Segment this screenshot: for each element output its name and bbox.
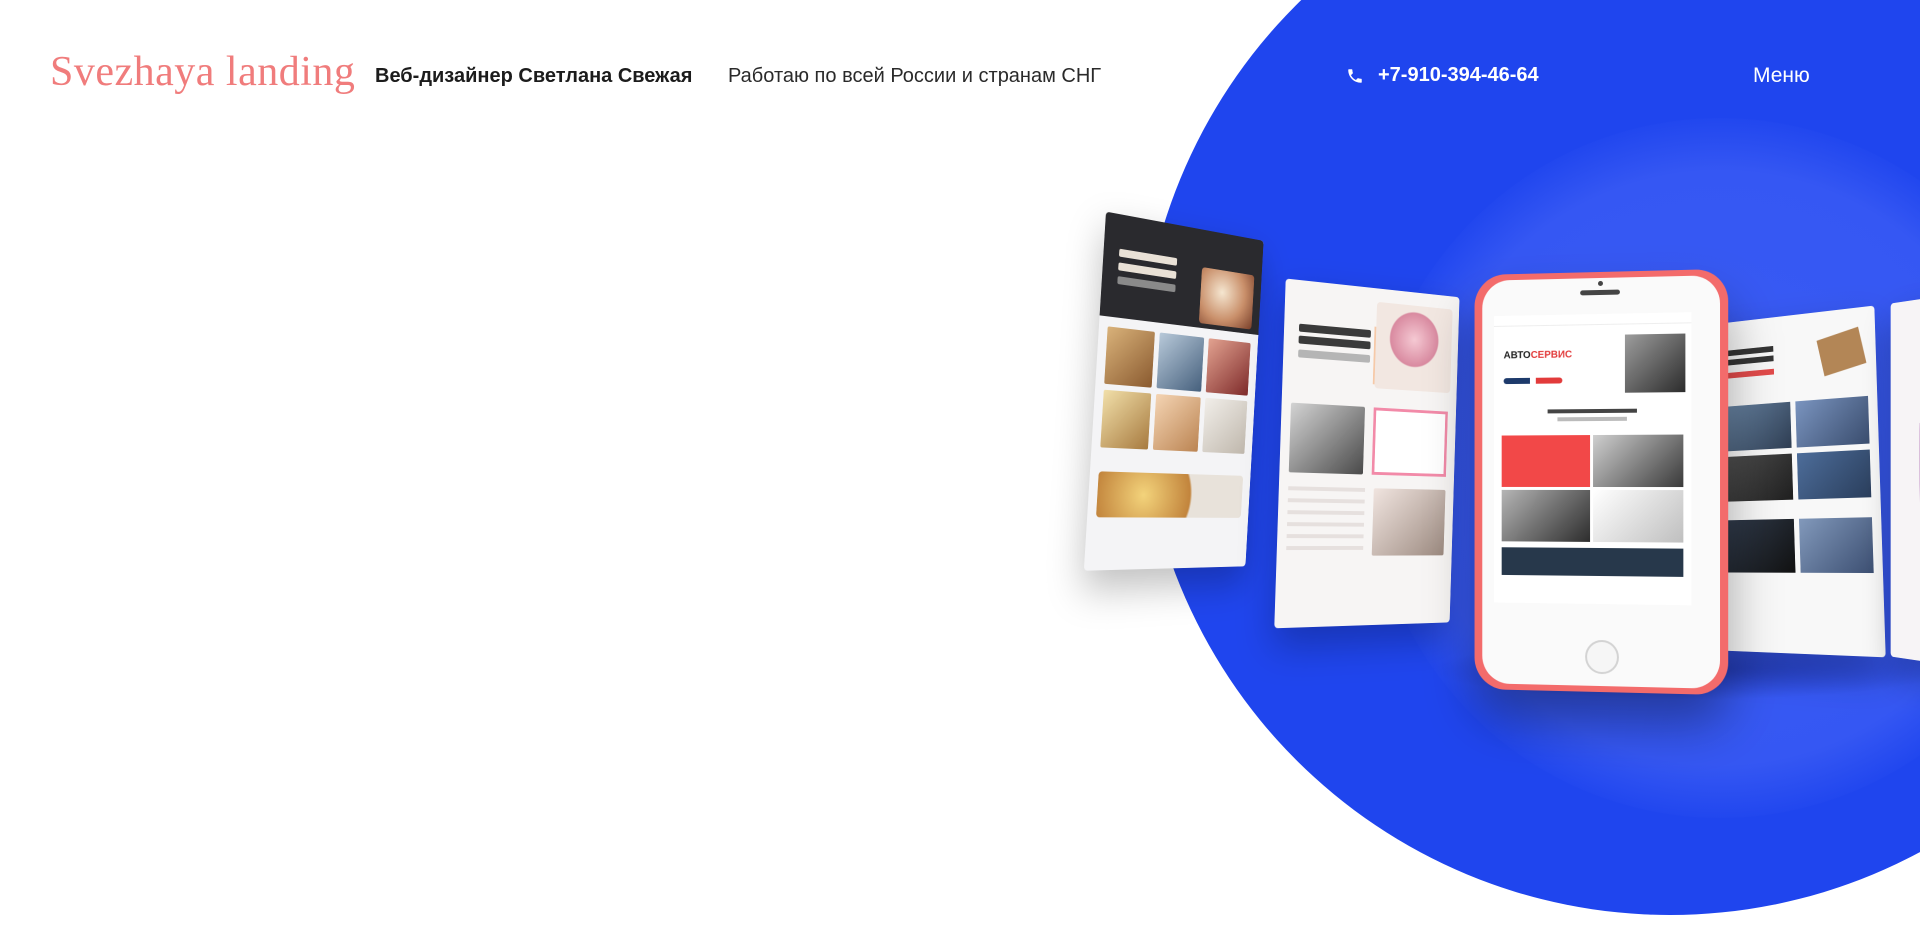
tile xyxy=(1501,435,1591,487)
tile xyxy=(1593,434,1684,488)
speaker-photo xyxy=(1725,518,1796,573)
conference-photo xyxy=(1723,453,1794,502)
wedding-mockup-photo xyxy=(1288,402,1366,475)
conference-mockup-speakers xyxy=(1725,517,1874,574)
autoservice-hero-image xyxy=(1624,333,1686,393)
bakery-mockup-plate-image xyxy=(1095,471,1244,518)
speaker-icon xyxy=(1579,289,1620,296)
wedding-mockup-title xyxy=(1298,323,1371,338)
wedding-mockup-card xyxy=(1371,407,1448,477)
header-tagline: Веб-дизайнер Светлана Свежая xyxy=(375,65,693,87)
tile xyxy=(1593,489,1684,543)
home-button-icon xyxy=(1584,639,1619,675)
bakery-landing-mockup xyxy=(1083,211,1264,571)
conference-mockup-board-image xyxy=(1816,326,1867,377)
phone-number: +7-910-394-46-64 xyxy=(1378,64,1539,86)
wedding-mockup-section xyxy=(1288,402,1448,477)
bakery-mockup-title xyxy=(1118,248,1178,266)
wedding-mockup-section xyxy=(1285,486,1446,557)
phone-icon xyxy=(1346,67,1364,85)
autoservice-buttons xyxy=(1503,377,1563,385)
conference-mockup-title xyxy=(1723,345,1774,357)
smartphone-screen: АВТОСЕРВИС xyxy=(1493,312,1692,606)
page: АВТОСЕРВИС Svezhaya landing Веб-дизайнер… xyxy=(0,0,1920,946)
phone-link[interactable]: +7-910-394-46-64 xyxy=(1346,64,1539,87)
wedding-mockup-list xyxy=(1285,486,1366,557)
gallery-photo xyxy=(1152,393,1201,452)
gallery-photo xyxy=(1100,389,1152,450)
gallery-photo xyxy=(1104,326,1155,388)
wedding-landing-mockup xyxy=(1274,278,1460,629)
wedding-mockup-couple-photo xyxy=(1371,488,1446,556)
menu-button[interactable]: Меню xyxy=(1753,64,1810,88)
site-header: Svezhaya landing Веб-дизайнер Светлана С… xyxy=(0,0,1920,156)
autoservice-hero: АВТОСЕРВИС xyxy=(1494,323,1692,396)
autoservice-tiles xyxy=(1494,434,1692,543)
gallery-photo xyxy=(1156,332,1205,392)
conference-landing-mockup xyxy=(1711,305,1886,658)
partial-landing-mockup xyxy=(1890,290,1920,670)
speaker-photo xyxy=(1798,517,1874,574)
conference-mockup-photos xyxy=(1714,385,1881,511)
gallery-photo xyxy=(1205,338,1251,396)
conference-photo xyxy=(1795,395,1870,448)
bakery-mockup-gallery xyxy=(1091,315,1258,463)
header-region: Работаю по всей России и странам СНГ xyxy=(728,65,1102,87)
autoservice-footer xyxy=(1501,547,1684,577)
gallery-photo xyxy=(1202,397,1248,454)
conference-photo xyxy=(1722,401,1792,452)
camera-icon xyxy=(1597,280,1603,287)
bakery-mockup-hero-image xyxy=(1198,267,1255,330)
site-logo[interactable]: Svezhaya landing xyxy=(50,48,355,96)
wedding-mockup-hero xyxy=(1282,279,1459,400)
conference-photo xyxy=(1796,449,1872,500)
autoservice-section-title xyxy=(1494,394,1692,436)
tile xyxy=(1501,489,1591,542)
smartphone-mockup: АВТОСЕРВИС xyxy=(1474,268,1729,696)
wedding-mockup-flowers-image xyxy=(1374,301,1453,394)
autoservice-headline: АВТОСЕРВИС xyxy=(1503,349,1573,362)
